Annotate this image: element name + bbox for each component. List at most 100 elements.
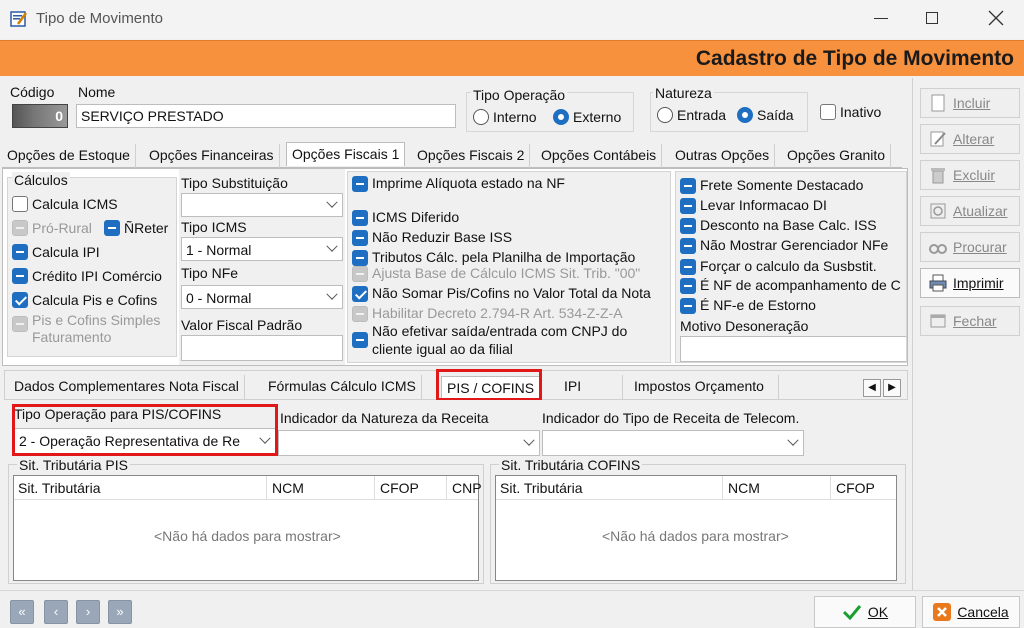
indicador-telecom-select[interactable] xyxy=(542,430,804,456)
nao-mostrar-nfe-checkbox[interactable] xyxy=(680,238,696,254)
ajusta-base-checkbox[interactable] xyxy=(352,266,368,282)
fechar-button[interactable]: Fechar xyxy=(920,306,1020,336)
desconto-iss-label: Desconto na Base Calc. ISS xyxy=(700,217,877,233)
sit-cofins-grid[interactable]: Sit. Tributária NCM CFOP <Não há dados p… xyxy=(495,475,897,581)
calcula-icms-label: Calcula ICMS xyxy=(32,196,118,212)
tab-outras-opcoes[interactable]: Outras Opções xyxy=(670,144,776,168)
nfe-estorno-label: É NF-e de Estorno xyxy=(700,297,816,313)
document-icon xyxy=(929,94,947,112)
levar-di-checkbox[interactable] xyxy=(680,198,696,214)
minimize-button[interactable] xyxy=(874,18,888,19)
valor-fiscal-input[interactable] xyxy=(181,335,343,361)
tab-opcoes-contabeis[interactable]: Opções Contábeis xyxy=(536,144,663,168)
inativo-checkbox[interactable] xyxy=(820,104,836,120)
motivo-desoneracao-input[interactable] xyxy=(680,336,906,362)
alterar-label: Alterar xyxy=(953,131,995,147)
nao-efetivar-checkbox[interactable] xyxy=(352,332,368,348)
calcula-ipi-label: Calcula IPI xyxy=(32,244,100,260)
levar-di-label: Levar Informacao DI xyxy=(700,197,827,213)
col-cfop[interactable]: CFOP xyxy=(380,480,419,496)
externo-label: Externo xyxy=(573,109,622,125)
col-ncm[interactable]: NCM xyxy=(272,480,304,496)
tributos-planilha-checkbox[interactable] xyxy=(352,250,368,266)
nf-acompanhamento-checkbox[interactable] xyxy=(680,278,696,294)
codigo-label: Código xyxy=(10,84,55,100)
previous-record-button[interactable]: ‹ xyxy=(44,600,68,624)
incluir-button[interactable]: Incluir xyxy=(920,88,1020,118)
tab-scroll-left-button[interactable]: ◀ xyxy=(863,379,881,397)
tab-opcoes-financeiras[interactable]: Opções Financeiras xyxy=(144,144,280,168)
trash-icon xyxy=(929,166,947,184)
next-record-button[interactable]: › xyxy=(76,600,100,624)
atualizar-button[interactable]: Atualizar xyxy=(920,196,1020,226)
tab-opcoes-fiscais-1[interactable]: Opções Fiscais 1 xyxy=(286,142,406,166)
frete-destacado-label: Frete Somente Destacado xyxy=(700,177,864,193)
entrada-radio[interactable] xyxy=(657,107,673,123)
main-tabs: Opções de Estoque Opções Financeiras Opç… xyxy=(2,142,902,168)
tab-opcoes-granito[interactable]: Opções Granito xyxy=(782,144,892,168)
frete-destacado-checkbox[interactable] xyxy=(680,178,696,194)
subtab-ipi[interactable]: IPI xyxy=(559,375,623,399)
calcula-pis-cofins-checkbox[interactable] xyxy=(12,292,28,308)
imprime-aliquota-checkbox[interactable] xyxy=(352,176,368,192)
forcar-substit-checkbox[interactable] xyxy=(680,259,696,275)
nome-input[interactable]: SERVIÇO PRESTADO xyxy=(76,104,456,128)
icms-diferido-checkbox[interactable] xyxy=(352,210,368,226)
col-sit-tributaria[interactable]: Sit. Tributária xyxy=(500,480,582,496)
excluir-button[interactable]: Excluir xyxy=(920,160,1020,190)
tab-scroll-right-button[interactable]: ▶ xyxy=(883,379,901,397)
nao-somar-pis-label: Não Somar Pis/Cofins no Valor Total da N… xyxy=(372,285,651,301)
nfe-estorno-checkbox[interactable] xyxy=(680,298,696,314)
tipo-substituicao-select[interactable] xyxy=(181,193,343,217)
indicador-natureza-select[interactable] xyxy=(278,430,540,456)
close-window-icon xyxy=(929,312,947,330)
subtab-impostos-orcamento[interactable]: Impostos Orçamento xyxy=(629,375,779,399)
tipo-nfe-select[interactable]: 0 - Normal xyxy=(181,285,343,309)
externo-radio[interactable] xyxy=(553,109,569,125)
subtab-formulas-icms[interactable]: Fórmulas Cálculo ICMS xyxy=(263,375,422,399)
last-record-button[interactable]: » xyxy=(108,600,132,624)
sit-cofins-title: Sit. Tributária COFINS xyxy=(499,457,643,473)
cancel-button[interactable]: Cancela xyxy=(922,596,1020,628)
pis-cofins-simples-checkbox[interactable] xyxy=(12,316,28,332)
col-sit-tributaria[interactable]: Sit. Tributária xyxy=(18,480,100,496)
desconto-iss-checkbox[interactable] xyxy=(680,218,696,234)
excluir-label: Excluir xyxy=(953,167,996,183)
natureza-group: Natureza Entrada Saída xyxy=(650,85,808,132)
icms-diferido-label: ICMS Diferido xyxy=(372,209,460,225)
edit-icon xyxy=(929,130,947,148)
sit-cofins-header: Sit. Tributária NCM CFOP xyxy=(496,476,896,500)
col-cnp[interactable]: CNP xyxy=(452,480,482,496)
col-cfop[interactable]: CFOP xyxy=(836,480,875,496)
nao-reduzir-iss-checkbox[interactable] xyxy=(352,230,368,246)
saida-radio[interactable] xyxy=(737,107,753,123)
pro-rural-checkbox[interactable] xyxy=(12,220,28,236)
calcula-ipi-checkbox[interactable] xyxy=(12,244,28,260)
nf-acompanhamento-label: É NF de acompanhamento de C xyxy=(700,277,901,293)
alterar-button[interactable]: Alterar xyxy=(920,124,1020,154)
col-ncm[interactable]: NCM xyxy=(728,480,760,496)
calcula-icms-checkbox[interactable] xyxy=(12,196,28,212)
nome-label: Nome xyxy=(78,84,116,100)
imprimir-button[interactable]: Imprimir xyxy=(920,268,1020,298)
sit-pis-grid[interactable]: Sit. Tributária NCM CFOP CNP <Não há dad… xyxy=(13,475,482,581)
tab-opcoes-estoque[interactable]: Opções de Estoque xyxy=(2,144,136,168)
close-button[interactable] xyxy=(986,8,1006,28)
nao-somar-pis-checkbox[interactable] xyxy=(352,286,368,302)
nreter-checkbox[interactable] xyxy=(104,220,120,236)
column-divider xyxy=(446,476,447,500)
nao-efetivar-label-1: Não efetivar saída/entrada com CNPJ do xyxy=(372,323,628,339)
codigo-field[interactable]: 0 xyxy=(12,104,68,128)
tab-opcoes-fiscais-2[interactable]: Opções Fiscais 2 xyxy=(412,144,531,168)
ok-button[interactable]: OK xyxy=(814,596,916,628)
first-record-button[interactable]: « xyxy=(10,600,34,624)
maximize-button[interactable] xyxy=(926,12,938,24)
interno-radio[interactable] xyxy=(473,109,489,125)
tipo-icms-select[interactable]: 1 - Normal xyxy=(181,237,343,261)
imprimir-label: Imprimir xyxy=(953,275,1004,291)
credito-ipi-checkbox[interactable] xyxy=(12,268,28,284)
subtab-dados-complementares[interactable]: Dados Complementares Nota Fiscal xyxy=(9,375,245,399)
habilitar-decreto-checkbox[interactable] xyxy=(352,306,368,322)
procurar-button[interactable]: Procurar xyxy=(920,232,1020,262)
pis-cofins-tab-highlight xyxy=(436,369,542,401)
